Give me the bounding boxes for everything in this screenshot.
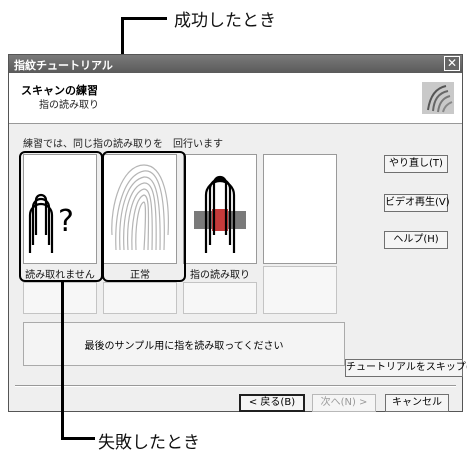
sample-tile-empty xyxy=(263,154,337,264)
footer-separator xyxy=(15,385,456,387)
next-button[interactable]: 次へ(N) > xyxy=(312,394,376,412)
close-button[interactable]: ✕ xyxy=(444,56,460,71)
success-highlight-box xyxy=(102,151,186,282)
tile-label-scanning: 指の読み取り xyxy=(190,270,250,281)
tile-placeholder-1 xyxy=(23,282,97,314)
cancel-button[interactable]: キャンセル xyxy=(385,394,449,412)
retry-button[interactable]: やり直し(T) xyxy=(384,155,448,173)
fingerprint-logo-icon xyxy=(422,82,454,114)
success-callout-label: 成功したとき xyxy=(174,11,276,31)
back-button[interactable]: < 戻る(B) xyxy=(239,394,305,412)
tile-placeholder-4 xyxy=(263,266,337,314)
window-title: 指紋チュートリアル xyxy=(14,59,113,72)
play-video-button[interactable]: ビデオ再生(V) xyxy=(384,194,450,212)
tile-placeholder-2 xyxy=(103,282,177,314)
message-text: 最後のサンプル用に指を読み取ってください xyxy=(84,341,284,352)
instruction-text: 練習では、同じ指の読み取りを 回行います xyxy=(23,139,223,150)
failure-highlight-box xyxy=(19,151,103,282)
success-callout-line-horizontal xyxy=(121,17,167,20)
sample-tile-scanning xyxy=(183,154,257,264)
wizard-header: スキャンの練習 指の読み取り xyxy=(9,73,462,124)
failure-callout-line-horizontal xyxy=(61,437,95,440)
title-bar: 指紋チュートリアル ✕ xyxy=(9,55,462,73)
skip-tutorial-button[interactable]: チュートリアルをスキップ(S) xyxy=(345,359,467,377)
message-panel: 最後のサンプル用に指を読み取ってください xyxy=(23,322,345,366)
header-subtitle: 指の読み取り xyxy=(39,100,99,111)
finger-on-sensor-icon xyxy=(194,175,246,253)
failure-callout-line-vertical xyxy=(61,282,64,440)
tile-placeholder-3 xyxy=(183,282,257,314)
help-button[interactable]: ヘルプ(H) xyxy=(384,231,448,249)
failure-callout-label: 失敗したとき xyxy=(98,433,200,453)
